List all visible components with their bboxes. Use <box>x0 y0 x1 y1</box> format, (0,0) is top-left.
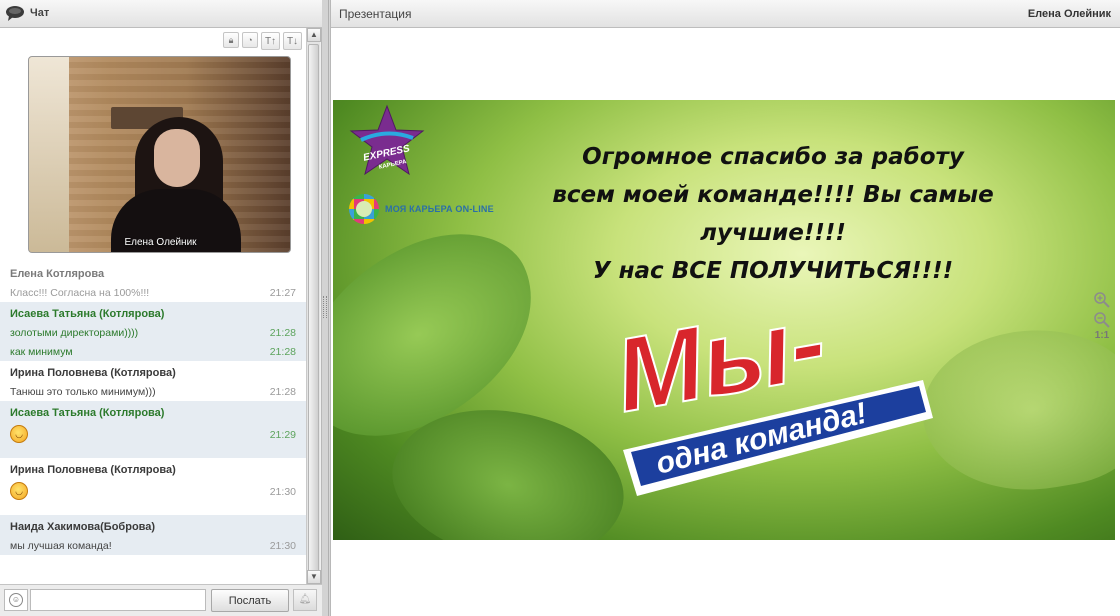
message-time: 21:29 <box>269 429 296 441</box>
message-text: мы лучшая команда! <box>10 540 112 552</box>
chat-scrollbar[interactable]: ▲ ▼ <box>306 28 321 584</box>
font-increase-button[interactable]: T↑ <box>261 32 280 50</box>
message-time: 21:28 <box>269 327 296 339</box>
slide-message-line: всем моей команде!!!! Вы самые <box>552 182 994 208</box>
message-line: золотыми директорами)))) 21:28 <box>0 323 306 342</box>
chat-input-bar: ☺ Послать 🔔︎ <box>0 584 322 616</box>
scroll-up-arrow-icon[interactable]: ▲ <box>307 28 321 42</box>
chat-message: Исаева Татьяна (Котлярова) золотыми дирек… <box>0 302 306 361</box>
message-author: Исаева Татьяна (Котлярова) <box>10 308 165 320</box>
panel-splitter[interactable] <box>322 0 329 616</box>
message-list: Елена Котлярова Класс!!! Согласна на 100%… <box>0 262 306 555</box>
laughing-emoji-icon: ◡ <box>10 482 28 500</box>
express-career-logo: EXPRESS КАРЬЕРА <box>349 104 425 176</box>
chat-panel: Чат 🔒︎ ◔ T↑ T↓ Елена Олейник Елена Котля… <box>0 0 322 616</box>
message-author: Елена Котлярова <box>10 268 105 280</box>
video-caption: Елена Олейник <box>124 237 197 248</box>
emoji-button[interactable]: ☺ <box>4 589 28 611</box>
career-ring-icon <box>349 194 379 224</box>
clock-icon[interactable]: ◔ <box>242 32 258 48</box>
chat-message-input[interactable] <box>30 589 206 611</box>
chat-message: Ирина Половнева (Котлярова) Танюш это тол… <box>0 361 306 401</box>
presentation-slide: EXPRESS КАРЬЕРА МОЯ КАРЬЕРА ON-LINE Огро… <box>333 100 1115 540</box>
slide-message-line: лучшие!!!! <box>700 220 846 246</box>
message-author: Наида Хакимова(Боброва) <box>10 521 156 533</box>
message-time: 21:30 <box>269 486 296 498</box>
zoom-controls: 1:1 <box>1092 290 1114 350</box>
message-author: Исаева Татьяна (Котлярова) <box>10 407 165 419</box>
message-time: 21:28 <box>269 386 296 398</box>
scroll-down-arrow-icon[interactable]: ▼ <box>307 570 321 584</box>
presentation-header: Презентация Елена Олейник <box>331 0 1120 28</box>
message-line: ◡ 21:30 <box>0 479 306 515</box>
message-line: ◡ 21:29 <box>0 422 306 458</box>
my-career-online-logo: МОЯ КАРЬЕРА ON-LINE <box>349 192 494 226</box>
presenter-name: Елена Олейник <box>1027 8 1111 20</box>
message-line: мы лучшая команда! 21:30 <box>0 536 306 555</box>
message-text: золотыми директорами)))) <box>10 327 139 339</box>
chat-message: Ирина Половнева (Котлярова) ◡ 21:30 <box>0 458 306 515</box>
message-line: Танюш это только минимум))) 21:28 <box>0 382 306 401</box>
presentation-title: Презентация <box>339 7 412 21</box>
career-logo-text: МОЯ КАРЬЕРА ON-LINE <box>385 204 494 214</box>
lock-icon[interactable]: 🔒︎ <box>223 32 239 48</box>
slide-message-line: У нас ВСЕ ПОЛУЧИТЬСЯ!!!! <box>592 258 954 284</box>
zoom-in-icon[interactable] <box>1092 290 1112 310</box>
message-text: Класс!!! Согласна на 100%!!! <box>10 287 150 299</box>
message-author: Ирина Половнева (Котлярова) <box>10 367 176 379</box>
video-person-face <box>154 129 200 187</box>
message-time: 21:28 <box>269 346 296 358</box>
presentation-panel: Презентация Елена Олейник EXPRESS КАРЬЕР… <box>330 0 1120 616</box>
chat-header: Чат <box>0 0 322 28</box>
zoom-out-icon[interactable] <box>1092 310 1112 330</box>
zoom-reset-button[interactable]: 1:1 <box>1092 330 1112 341</box>
chat-body: 🔒︎ ◔ T↑ T↓ Елена Олейник Елена Котлярова… <box>0 28 306 584</box>
conference-app: Чат 🔒︎ ◔ T↑ T↓ Елена Олейник Елена Котля… <box>0 0 1120 616</box>
laughing-emoji-icon: ◡ <box>10 425 28 443</box>
send-button[interactable]: Послать <box>211 589 289 612</box>
career-logo-name: МОЯ КАРЬЕРА ON-LINE <box>385 204 494 214</box>
message-time: 21:30 <box>269 540 296 552</box>
splitter-grip-icon[interactable] <box>323 296 327 318</box>
message-time: 21:27 <box>269 287 296 299</box>
font-decrease-button[interactable]: T↓ <box>283 32 302 50</box>
video-door <box>29 57 69 252</box>
chat-message: Наида Хакимова(Боброва) мы лучшая команда… <box>0 515 306 555</box>
chat-toolbar: 🔒︎ ◔ T↑ T↓ <box>223 32 302 50</box>
webcam-video: Елена Олейник <box>28 56 291 253</box>
chat-bubble-icon <box>6 6 24 21</box>
one-team-logo: Мы- одна команда! <box>606 300 933 496</box>
bell-icon[interactable]: 🔔︎ <box>293 589 317 611</box>
chat-title: Чат <box>30 7 50 19</box>
chat-message: Исаева Татьяна (Котлярова) ◡ 21:29 <box>0 401 306 458</box>
smiley-icon: ☺ <box>9 593 23 607</box>
slide-message: Огромное спасибо за работу всем моей ком… <box>503 138 1043 290</box>
message-text: Танюш это только минимум))) <box>10 386 156 398</box>
slide-message-line: Огромное спасибо за работу <box>582 144 964 170</box>
message-text: как минимум <box>10 346 73 358</box>
chat-message: Елена Котлярова Класс!!! Согласна на 100%… <box>0 262 306 302</box>
message-author: Ирина Половнева (Котлярова) <box>10 464 176 476</box>
message-line: как минимум 21:28 <box>0 342 306 361</box>
message-line: Класс!!! Согласна на 100%!!! 21:27 <box>0 283 306 302</box>
scroll-thumb[interactable] <box>308 44 319 584</box>
